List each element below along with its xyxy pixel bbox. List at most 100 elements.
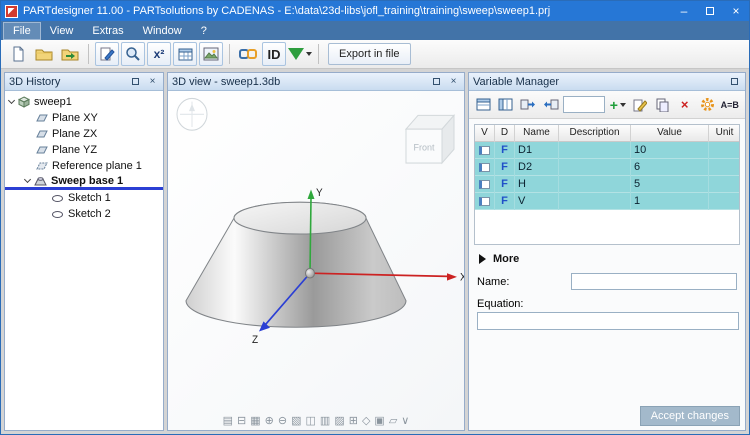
col-header[interactable]: Value [631, 125, 709, 142]
preview-button[interactable] [199, 42, 223, 66]
rename-mapping-button[interactable]: A=B [720, 94, 740, 115]
panel-float-button[interactable] [430, 75, 443, 88]
viewbar-icon[interactable]: ◇ [362, 414, 370, 428]
minimize-button[interactable]: – [671, 1, 697, 21]
formula-button[interactable]: x² [147, 42, 171, 66]
tree-item-sweep-base[interactable]: Sweep base 1 [5, 174, 163, 190]
viewbar-icon[interactable]: ▱ [389, 414, 397, 428]
col-header[interactable]: Unit [709, 125, 740, 142]
column-mode-button[interactable] [496, 94, 515, 115]
variable-description-cell[interactable] [559, 142, 631, 159]
expander-icon[interactable] [24, 175, 31, 182]
table-row[interactable]: F D1 10 [475, 142, 739, 159]
viewbar-icon[interactable]: ▤ [223, 414, 233, 428]
export-variables-button[interactable] [519, 94, 538, 115]
settings-button[interactable] [697, 94, 716, 115]
menu-window[interactable]: Window [134, 23, 191, 39]
tree-item-sweep1[interactable]: sweep1 [5, 94, 163, 110]
zoom-button[interactable] [121, 42, 145, 66]
col-header[interactable]: V [475, 125, 495, 142]
link-button[interactable] [236, 42, 260, 66]
origin-point[interactable] [306, 268, 315, 278]
save-project-button[interactable] [58, 42, 82, 66]
import-variables-button[interactable] [541, 94, 560, 115]
panel-float-button[interactable] [129, 75, 142, 88]
view-panel-header[interactable]: 3D view - sweep1.3db × [168, 73, 464, 91]
viewbar-icon[interactable]: ◫ [306, 414, 316, 428]
table-view-button[interactable] [173, 42, 197, 66]
close-button[interactable]: × [723, 1, 749, 21]
menu-extras[interactable]: Extras [83, 23, 132, 39]
variable-name-cell[interactable]: H [515, 176, 559, 193]
copy-variable-button[interactable] [653, 94, 672, 115]
id-button[interactable]: ID [262, 42, 286, 66]
visibility-icon[interactable] [479, 163, 490, 172]
tree-item-sketch-1[interactable]: Sketch 1 [5, 190, 163, 206]
variable-value-cell[interactable]: 5 [631, 176, 709, 193]
name-input[interactable] [571, 273, 737, 290]
variable-value-cell[interactable]: 6 [631, 159, 709, 176]
table-row[interactable]: F H 5 [475, 176, 739, 193]
maximize-button[interactable] [697, 1, 723, 21]
col-header[interactable]: D [495, 125, 515, 142]
viewbar-icon[interactable]: ▣ [374, 414, 384, 428]
visibility-icon[interactable] [479, 146, 490, 155]
viewbar-icon[interactable]: ⊖ [278, 414, 287, 428]
variable-name-cell[interactable]: D2 [515, 159, 559, 176]
history-panel-header[interactable]: 3D History × [5, 73, 163, 91]
viewbar-icon[interactable]: ▨ [334, 414, 344, 428]
tree-item-plane-zx[interactable]: Plane ZX [5, 126, 163, 142]
table-mode-button[interactable] [474, 94, 493, 115]
frustum-solid[interactable] [186, 202, 406, 327]
viewbar-icon[interactable]: ⊟ [237, 414, 246, 428]
add-variable-button[interactable]: + [608, 94, 627, 115]
viewbar-icon[interactable]: ∨ [401, 414, 409, 428]
open-project-button[interactable] [32, 42, 56, 66]
variable-name-cell[interactable]: D1 [515, 142, 559, 159]
viewport-3d[interactable]: Front X Y [168, 91, 464, 430]
panel-close-button[interactable]: × [447, 75, 460, 88]
menu-help[interactable]: ? [192, 23, 216, 39]
accept-changes-button[interactable]: Accept changes [640, 406, 740, 426]
more-expander[interactable]: More [469, 245, 745, 269]
equation-input[interactable] [477, 312, 739, 330]
edit-variable-button[interactable] [630, 94, 649, 115]
variable-value-cell[interactable]: 10 [631, 142, 709, 159]
panel-float-button[interactable] [728, 75, 741, 88]
table-header-row[interactable]: V D Name Description Value Unit [475, 125, 739, 142]
col-header[interactable]: Name [515, 125, 559, 142]
tree-item-reference-plane[interactable]: Reference plane 1 [5, 158, 163, 174]
viewbar-icon[interactable]: ▥ [320, 414, 330, 428]
variable-name-cell[interactable]: V [515, 193, 559, 210]
expander-icon[interactable] [8, 97, 15, 104]
viewbar-icon[interactable]: ⊕ [265, 414, 274, 428]
viewbar-icon[interactable]: ⊞ [349, 414, 358, 428]
variable-description-cell[interactable] [559, 193, 631, 210]
variable-description-cell[interactable] [559, 159, 631, 176]
table-row[interactable]: F D2 6 [475, 159, 739, 176]
variable-panel-header[interactable]: Variable Manager [469, 73, 745, 91]
menu-view[interactable]: View [41, 23, 83, 39]
col-header[interactable]: Description [559, 125, 631, 142]
viewbar-icon[interactable]: ▧ [291, 414, 301, 428]
visibility-icon[interactable] [479, 180, 490, 189]
table-row[interactable]: F V 1 [475, 193, 739, 210]
variable-unit-cell[interactable] [709, 159, 740, 176]
tree-item-plane-yz[interactable]: Plane YZ [5, 142, 163, 158]
variable-unit-cell[interactable] [709, 176, 740, 193]
variable-unit-cell[interactable] [709, 142, 740, 159]
new-document-button[interactable] [6, 42, 30, 66]
panel-close-button[interactable]: × [146, 75, 159, 88]
release-status-button[interactable] [288, 42, 312, 66]
variable-unit-cell[interactable] [709, 193, 740, 210]
navigation-cube[interactable]: Front [406, 115, 454, 163]
compass-icon[interactable] [177, 98, 207, 130]
viewbar-icon[interactable]: ▦ [250, 414, 260, 428]
tree-item-sketch-2[interactable]: Sketch 2 [5, 206, 163, 222]
menu-file[interactable]: File [4, 23, 40, 39]
variable-description-cell[interactable] [559, 176, 631, 193]
edit-sketch-button[interactable] [95, 42, 119, 66]
export-in-file-button[interactable]: Export in file [328, 43, 411, 65]
delete-variable-button[interactable]: × [675, 94, 694, 115]
variable-filter-input[interactable] [563, 96, 605, 113]
